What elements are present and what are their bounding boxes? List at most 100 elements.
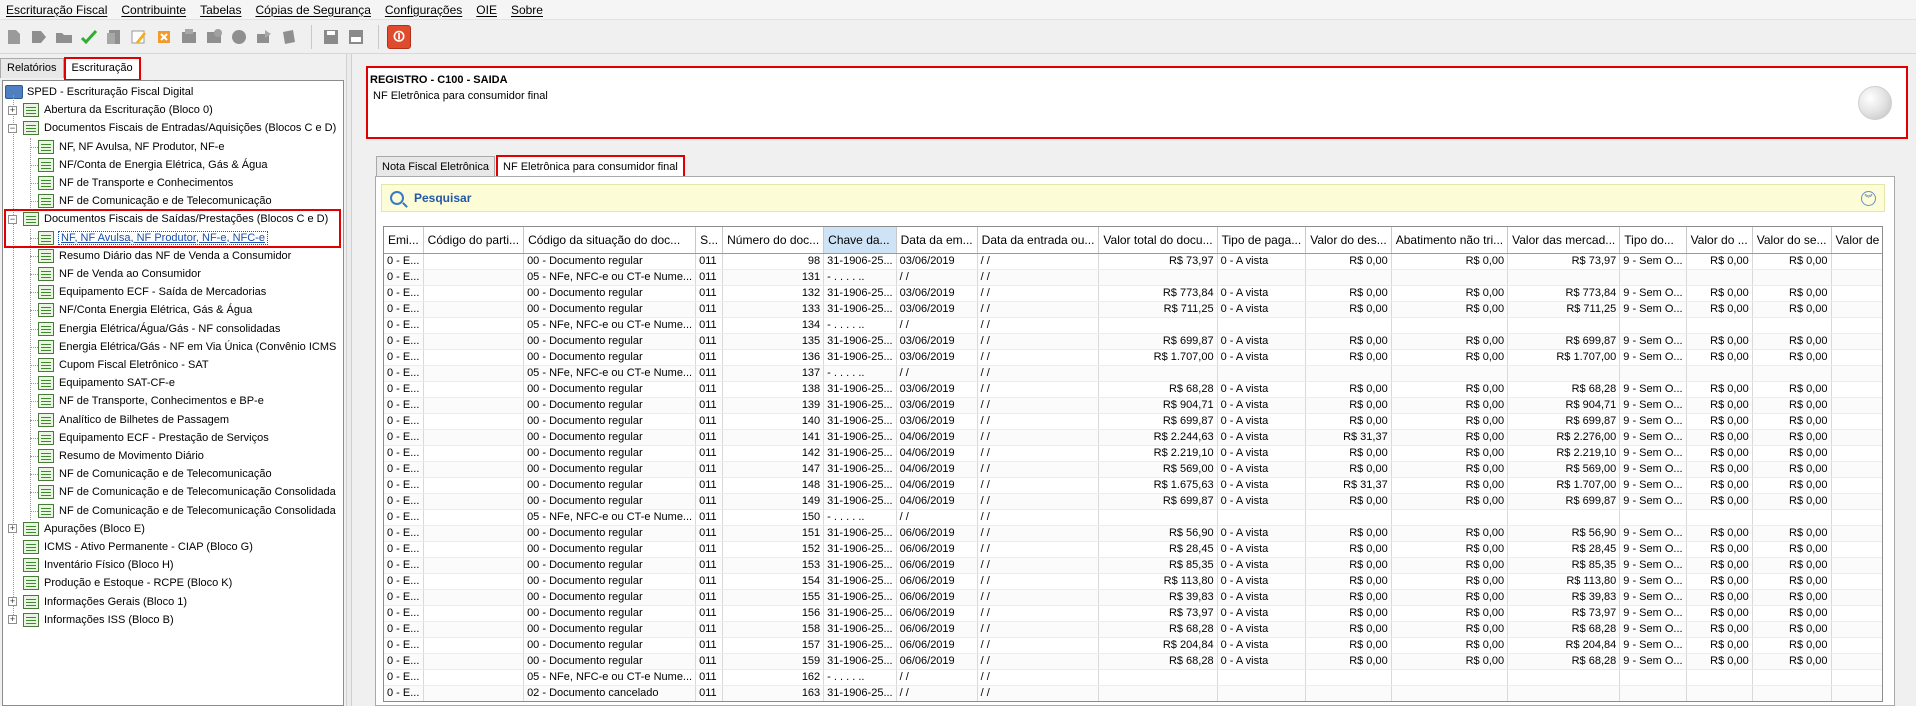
menu-contribuinte[interactable]: Contribuinte xyxy=(121,3,186,17)
table-row[interactable]: 0 - E... 00 - Documento regular 011 142 31-1… xyxy=(384,445,1882,462)
column-header[interactable]: Abatimento não tri... xyxy=(1391,227,1509,254)
tree-leaf[interactable]: Energia Elétrica/Água/Gás - NF consolida… xyxy=(38,320,280,338)
table-row[interactable]: 0 - E... 00 - Documento regular 011 153 31-1… xyxy=(384,557,1882,574)
tree-node[interactable]: − Documentos Fiscais de Entradas/Aquisiçõ… xyxy=(8,119,336,137)
expand-icon[interactable]: + xyxy=(8,615,17,625)
tab-relatorios[interactable]: Relatórios xyxy=(0,58,64,78)
table-row[interactable]: 0 - E... 02 - Documento cancelado 011 163 31… xyxy=(384,685,1882,701)
column-header[interactable]: Código da situação do doc... xyxy=(523,227,697,254)
expand-icon[interactable]: + xyxy=(8,105,17,115)
expand-icon[interactable]: + xyxy=(8,597,17,607)
column-header[interactable]: Valor do ... xyxy=(1686,227,1753,254)
column-header[interactable]: Emi... xyxy=(384,227,424,254)
collapse-icon[interactable]: − xyxy=(8,123,17,133)
new-record-icon[interactable] xyxy=(3,25,25,49)
table-row[interactable]: 0 - E... 00 - Documento regular 011 147 31-1… xyxy=(384,461,1882,478)
tree-leaf[interactable]: NF de Transporte e Conhecimentos xyxy=(38,174,233,192)
table-row[interactable]: 0 - E... 05 - NFe, NFC-e ou CT-e Nume... 0… xyxy=(384,365,1882,382)
table-row[interactable]: 0 - E... 00 - Documento regular 011 156 31-1… xyxy=(384,605,1882,622)
save-icon[interactable] xyxy=(320,25,342,49)
table-row[interactable]: 0 - E... 05 - NFe, NFC-e ou CT-e Nume... 0… xyxy=(384,509,1882,526)
tree-root[interactable]: SPED - Escrituração Fiscal Digital xyxy=(5,83,193,101)
column-header[interactable]: Valor das mercad... xyxy=(1507,227,1621,254)
table-row[interactable]: 0 - E... 00 - Documento regular 011 139 31-1… xyxy=(384,397,1882,414)
table-row[interactable]: 0 - E... 00 - Documento regular 011 148 31-1… xyxy=(384,477,1882,494)
tree-node[interactable]: + Apurações (Bloco E) xyxy=(8,520,145,538)
table-row[interactable]: 0 - E... 00 - Documento regular 011 159 31-1… xyxy=(384,653,1882,670)
table-row[interactable]: 0 - E... 00 - Documento regular 011 152 31-1… xyxy=(384,541,1882,558)
open-folder-icon[interactable] xyxy=(53,25,75,49)
column-header[interactable]: Valor do des... xyxy=(1305,227,1392,254)
export-icon[interactable] xyxy=(203,25,225,49)
table-row[interactable]: 0 - E... 00 - Documento regular 011 158 31-1… xyxy=(384,621,1882,638)
menu-oie[interactable]: OIE xyxy=(476,3,497,17)
table-row[interactable]: 0 - E... 05 - NFe, NFC-e ou CT-e Nume... 0… xyxy=(384,269,1882,286)
tree-leaf[interactable]: NF/Conta de Energia Elétrica, Gás & Água xyxy=(38,156,268,174)
tree-node[interactable]: + Informações Gerais (Bloco 1) xyxy=(8,593,187,611)
tab-nota-fiscal-eletronica[interactable]: Nota Fiscal Eletrônica xyxy=(376,156,495,176)
tree-leaf[interactable]: NF, NF Avulsa, NF Produtor, NF-e xyxy=(38,138,224,156)
tree-leaf[interactable]: Resumo Diário das NF de Venda a Consumid… xyxy=(38,247,291,265)
tree-leaf[interactable]: Energia Elétrica/Gás - NF em Via Única (… xyxy=(38,338,336,356)
chevron-down-icon[interactable]: ︾ xyxy=(1861,191,1876,206)
tree-leaf[interactable]: NF de Comunicação e de Telecomunicação C… xyxy=(38,502,336,520)
tree-node[interactable]: Inventário Físico (Bloco H) xyxy=(8,556,174,574)
column-header[interactable]: Número do doc... xyxy=(722,227,825,254)
table-row[interactable]: 0 - E... 00 - Documento regular 011 135 31-1… xyxy=(384,333,1882,350)
table-row[interactable]: 0 - E... 00 - Documento regular 011 149 31-1… xyxy=(384,493,1882,510)
table-row[interactable]: 0 - E... 00 - Documento regular 011 138 31-1… xyxy=(384,381,1882,398)
column-header[interactable]: Chave da... xyxy=(823,227,897,254)
column-header[interactable]: Valor total do docu... xyxy=(1098,227,1218,254)
menu-configuracoes[interactable]: Configurações xyxy=(385,3,462,17)
menu-copias-seguranca[interactable]: Cópias de Segurança xyxy=(255,3,370,17)
expand-icon[interactable]: + xyxy=(8,524,17,534)
delete-x-icon[interactable] xyxy=(153,25,175,49)
tree-leaf[interactable]: Equipamento SAT-CF-e xyxy=(38,374,175,392)
stop-icon[interactable]: ⏼ xyxy=(387,24,411,49)
table-row[interactable]: 0 - E... 05 - NFe, NFC-e ou CT-e Nume... 0… xyxy=(384,317,1882,334)
tree-node[interactable]: + Abertura da Escrituração (Bloco 0) xyxy=(8,101,213,119)
table-row[interactable]: 0 - E... 00 - Documento regular 011 157 31-1… xyxy=(384,637,1882,654)
import-icon[interactable] xyxy=(178,25,200,49)
column-header[interactable]: S... xyxy=(695,227,724,254)
tree-leaf[interactable]: NF de Venda ao Consumidor xyxy=(38,265,201,283)
column-header[interactable]: Tipo de paga... xyxy=(1217,227,1307,254)
column-header[interactable]: Valor de xyxy=(1831,227,1882,254)
column-header[interactable]: Data da entrada ou... xyxy=(977,227,1100,254)
tree-leaf[interactable]: Cupom Fiscal Eletrônico - SAT xyxy=(38,356,209,374)
tree-leaf[interactable]: NF de Transporte, Conhecimentos e BP-e xyxy=(38,392,264,410)
tree-leaf[interactable]: Analítico de Bilhetes de Passagem xyxy=(38,411,229,429)
table-row[interactable]: 0 - E... 00 - Documento regular 011 98 31-19… xyxy=(384,253,1882,270)
column-header[interactable]: Código do parti... xyxy=(423,227,525,254)
column-header[interactable]: Valor do se... xyxy=(1752,227,1832,254)
forward-icon[interactable] xyxy=(28,25,50,49)
send-icon[interactable] xyxy=(253,25,275,49)
tree-node[interactable]: ICMS - Ativo Permanente - CIAP (Bloco G) xyxy=(8,538,253,556)
menu-sobre[interactable]: Sobre xyxy=(511,3,543,17)
search-label[interactable]: Pesquisar xyxy=(414,191,471,205)
tree-node[interactable]: + Informações ISS (Bloco B) xyxy=(8,611,174,629)
validate-check-icon[interactable] xyxy=(78,25,100,49)
tree-leaf[interactable]: NF de Comunicação e de Telecomunicação xyxy=(38,192,272,210)
print-icon[interactable] xyxy=(278,25,300,49)
table-row[interactable]: 0 - E... 00 - Documento regular 011 133 31-1… xyxy=(384,301,1882,318)
table-row[interactable]: 0 - E... 00 - Documento regular 011 141 31-1… xyxy=(384,429,1882,446)
globe-icon[interactable] xyxy=(228,25,250,49)
table-row[interactable]: 0 - E... 00 - Documento regular 011 132 31-1… xyxy=(384,285,1882,302)
tree-leaf[interactable]: NF de Comunicação e de Telecomunicação C… xyxy=(38,483,336,501)
tree-leaf[interactable]: Resumo de Movimento Diário xyxy=(38,447,204,465)
tree-leaf[interactable]: Equipamento ECF - Saída de Mercadorias xyxy=(38,283,266,301)
table-row[interactable]: 0 - E... 00 - Documento regular 011 155 31-1… xyxy=(384,589,1882,606)
tree-node[interactable]: Produção e Estoque - RCPE (Bloco K) xyxy=(8,574,232,592)
edit-pen-icon[interactable] xyxy=(128,25,150,49)
table-row[interactable]: 0 - E... 00 - Documento regular 011 151 31-1… xyxy=(384,525,1882,542)
menu-tabelas[interactable]: Tabelas xyxy=(200,3,241,17)
table-row[interactable]: 0 - E... 00 - Documento regular 011 140 31-1… xyxy=(384,413,1882,430)
table-row[interactable]: 0 - E... 00 - Documento regular 011 154 31-1… xyxy=(384,573,1882,590)
tree-leaf[interactable]: NF de Comunicação e de Telecomunicação xyxy=(38,465,272,483)
tree-leaf[interactable]: Equipamento ECF - Prestação de Serviços xyxy=(38,429,269,447)
table-row[interactable]: 0 - E... 05 - NFe, NFC-e ou CT-e Nume... 0… xyxy=(384,669,1882,686)
menu-escrituracao-fiscal[interactable]: Escrituração Fiscal xyxy=(6,3,107,17)
splitter-handle[interactable] xyxy=(346,54,352,706)
report-icon[interactable] xyxy=(345,25,367,49)
